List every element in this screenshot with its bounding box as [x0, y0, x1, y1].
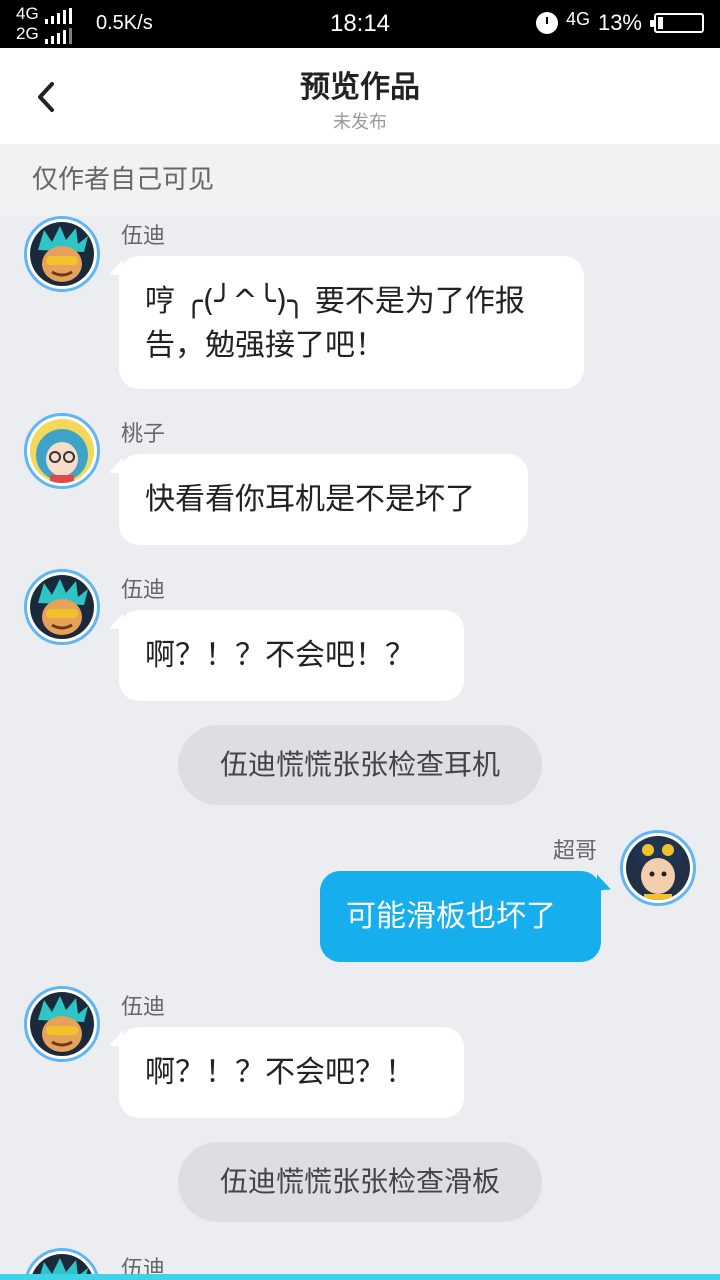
- alarm-icon: [535, 12, 558, 34]
- page-title: 预览作品: [300, 70, 420, 105]
- sender-name: 伍迪: [121, 578, 166, 603]
- avatar-woody[interactable]: [24, 1248, 100, 1274]
- sender-name: 超哥: [553, 839, 598, 864]
- sender-name: 桃子: [121, 422, 166, 447]
- app-header: 预览作品 未发布: [0, 48, 720, 144]
- message-bubble-self[interactable]: 可能滑板也坏了: [320, 871, 601, 962]
- message-bubble[interactable]: 哼 ╭(╯^╰)╮ 要不是为了作报告，勉强接了吧！: [119, 256, 584, 389]
- narration-pill: 伍迪慌慌张张检查耳机: [178, 725, 542, 805]
- battery-icon: [650, 13, 704, 33]
- page-subtitle: 未发布: [333, 112, 387, 133]
- sender-name: 伍迪: [121, 224, 166, 249]
- message-bubble[interactable]: 快看看你耳机是不是坏了: [119, 454, 528, 545]
- status-right: 4G 13%: [535, 8, 704, 36]
- chaoge-avatar-icon: [626, 836, 690, 900]
- taozi-avatar-icon: [30, 419, 94, 483]
- woody-avatar-icon: [30, 1254, 94, 1274]
- sender-name: 伍迪: [121, 1257, 166, 1274]
- chat-list[interactable]: 伍迪 哼 ╭(╯^╰)╮ 要不是为了作报告，勉强接了吧！ 桃子 快看看你耳机是不…: [0, 216, 720, 1274]
- avatar-woody[interactable]: [24, 569, 100, 645]
- network-type-right: 4G: [565, 8, 590, 29]
- message-bubble[interactable]: 啊？！？不会吧？！: [119, 1027, 464, 1118]
- woody-avatar-icon: [30, 575, 94, 639]
- message-bubble[interactable]: 啊？！？不会吧！？: [119, 610, 464, 701]
- woody-avatar-icon: [30, 992, 94, 1056]
- bottom-accent-bar: [0, 1274, 720, 1280]
- sender-name: 伍迪: [121, 995, 166, 1020]
- avatar-chaoge[interactable]: [620, 830, 696, 906]
- status-bar: 4G 2G 0.5K/s 18:14 4G 13%: [0, 0, 720, 48]
- avatar-woody[interactable]: [24, 216, 100, 292]
- woody-avatar-icon: [30, 222, 94, 286]
- battery-percent: 13%: [597, 10, 642, 35]
- avatar-woody[interactable]: [24, 986, 100, 1062]
- narration-pill: 伍迪慌慌张张检查滑板: [178, 1142, 542, 1222]
- visibility-notice: 仅作者自己可见: [0, 144, 720, 216]
- avatar-taozi[interactable]: [24, 413, 100, 489]
